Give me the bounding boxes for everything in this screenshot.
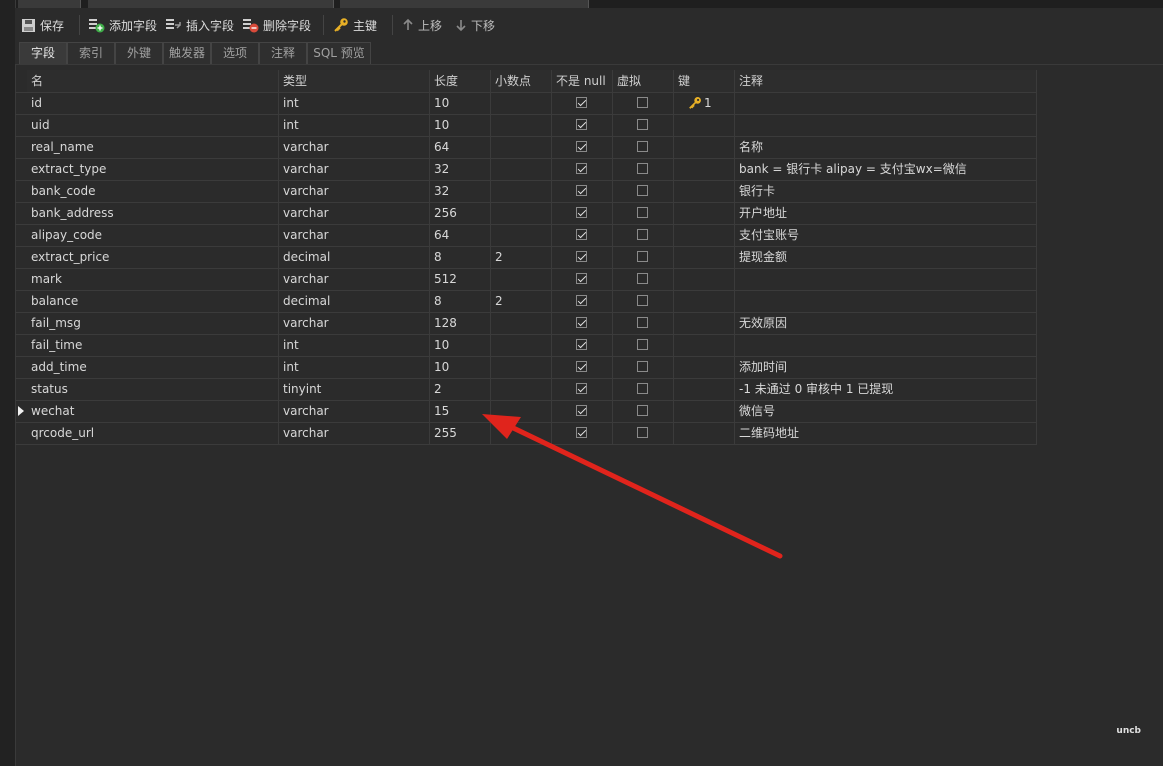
annotation-arrow — [482, 414, 783, 559]
watermark: uncb — [1116, 726, 1141, 736]
